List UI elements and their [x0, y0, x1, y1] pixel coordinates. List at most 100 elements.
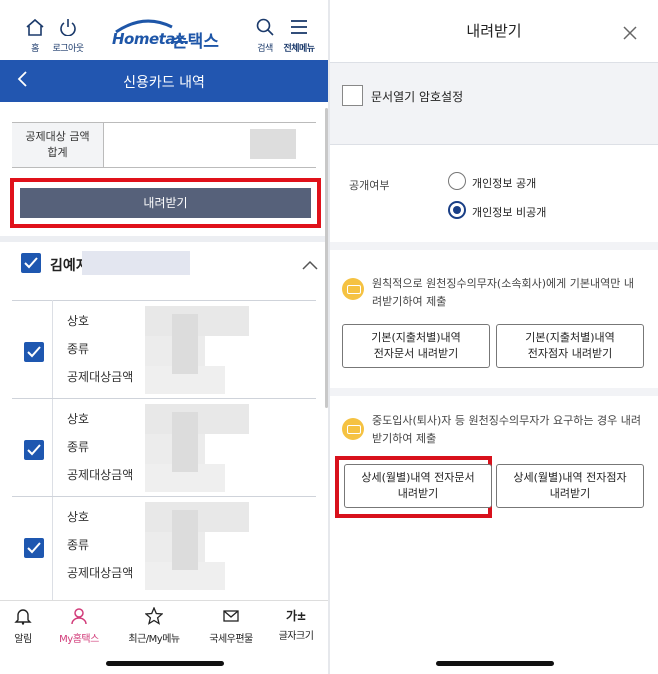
text-size-icon: 가± [285, 609, 307, 623]
field-label-type: 종류 [67, 538, 90, 552]
bell-icon [14, 609, 32, 625]
detail-esignature-download-button[interactable]: 상세(월별)내역 전자점자 내려받기 [496, 464, 644, 508]
redacted-value [172, 412, 198, 472]
menu-label: 전체메뉴 [283, 44, 315, 54]
power-icon [60, 19, 76, 37]
field-label-deduction-amount: 공제대상금액 [67, 566, 134, 580]
note-line: 원칙적으로 원천징수의무자(소속회사)에게 기본내역만 내 [372, 277, 634, 290]
button-label-line: 전자점자 내려받기 [527, 347, 613, 360]
check-icon [24, 257, 38, 269]
nav-item-recent-menu[interactable]: 최근/My메뉴 [119, 606, 189, 645]
check-icon [27, 346, 41, 358]
basic-download-note: 원칙적으로 원천징수의무자(소속회사)에게 기본내역만 내 려받기하여 제출 [372, 275, 646, 311]
home-indicator [436, 661, 554, 666]
button-label-line: 전자문서 내려받기 [373, 347, 459, 360]
button-label-line: 기본(지출처별)내역 [525, 331, 615, 344]
field-label-deduction-amount: 공제대상금액 [67, 468, 134, 482]
logout-button[interactable]: 로그아웃 [48, 18, 88, 54]
cardholder-row[interactable]: 김예지 [0, 243, 328, 283]
note-line: 려받기하여 제출 [372, 295, 447, 308]
dialog-title: 내려받기 [466, 22, 522, 40]
list-item[interactable]: 상호 종류 공제대상금액 [0, 400, 328, 496]
redacted-info [82, 251, 190, 275]
radio-private[interactable] [448, 201, 466, 219]
radio-public[interactable] [448, 172, 466, 190]
credit-card-screen: 홈 로그아웃 Hometax. 손택스 검색 전체메뉴 신용카드 내역 공제대상… [0, 0, 328, 674]
download-button[interactable]: 내려받기 [20, 188, 311, 218]
deduction-amount-value-redacted [250, 129, 296, 159]
mail-icon [223, 610, 239, 622]
field-label-type: 종류 [67, 342, 90, 356]
divider [330, 242, 658, 250]
redacted-value [172, 510, 198, 570]
hometax-logo[interactable]: Hometax. 손택스 [108, 19, 228, 52]
nav-label: 글자크기 [278, 631, 314, 642]
menu-button[interactable]: 전체메뉴 [279, 18, 319, 54]
deduction-amount-label: 공제대상 금액 합계 [12, 123, 104, 167]
divider [12, 398, 316, 399]
home-icon [26, 18, 44, 36]
page-title: 신용카드 내역 [123, 75, 205, 91]
check-icon [27, 542, 41, 554]
detail-edoc-download-button[interactable]: 상세(월별)내역 전자문서 내려받기 [344, 464, 492, 508]
item-checkbox[interactable] [24, 440, 44, 460]
deduction-amount-label-line2: 합계 [47, 146, 68, 159]
button-label-line: 내려받기 [397, 487, 439, 500]
nav-label: 국세우편물 [209, 634, 253, 645]
star-icon [144, 606, 164, 625]
redacted-value [172, 314, 198, 374]
logout-label: 로그아웃 [52, 44, 84, 54]
top-bar: 홈 로그아웃 Hometax. 손택스 검색 전체메뉴 [0, 0, 328, 60]
message-icon [342, 278, 364, 300]
highlight-box-download: 내려받기 [10, 178, 321, 228]
field-label-merchant: 상호 [67, 412, 90, 426]
divider [12, 300, 316, 301]
disclosure-label: 공개여부 [349, 179, 390, 192]
button-label-line: 상세(월별)내역 전자문서 [361, 471, 475, 484]
nav-item-font-size[interactable]: 가± 글자크기 [261, 607, 328, 642]
list-item[interactable]: 상호 종류 공제대상금액 [0, 302, 328, 398]
detail-download-note: 중도입사(퇴사)자 등 원천징수의무자가 요구하는 경우 내려 받기하여 제출 [372, 412, 646, 448]
basic-edoc-download-button[interactable]: 기본(지출처별)내역 전자문서 내려받기 [342, 324, 490, 368]
note-line: 받기하여 제출 [372, 432, 437, 445]
basic-esignature-download-button[interactable]: 기본(지출처별)내역 전자점자 내려받기 [496, 324, 644, 368]
divider [330, 388, 658, 396]
deduction-amount-label-line1: 공제대상 금액 [25, 130, 90, 143]
logo-text-sontax: 손택스 [172, 32, 219, 52]
check-icon [27, 444, 41, 456]
nav-label: 최근/My메뉴 [128, 634, 180, 645]
divider [330, 144, 658, 145]
bottom-nav: 알림 My홈택스 최근/My메뉴 국세우편물 가± 글자크기 [0, 600, 328, 648]
button-label-line: 기본(지출처별)내역 [371, 331, 461, 344]
radio-private-label: 개인정보 비공개 [472, 206, 547, 219]
nav-item-my-hometax[interactable]: My홈택스 [44, 607, 114, 645]
password-option-section: 문서열기 암호설정 [330, 62, 658, 144]
item-checkbox[interactable] [24, 538, 44, 558]
page-header: 신용카드 내역 [0, 60, 328, 102]
hamburger-icon [291, 20, 307, 34]
select-all-checkbox[interactable] [21, 253, 41, 273]
list-item[interactable]: 상호 종류 공제대상금액 [0, 498, 328, 594]
download-dialog: 내려받기 문서열기 암호설정 공개여부 개인정보 공개 개인정보 비공개 원칙적… [330, 0, 658, 674]
search-icon [256, 18, 274, 36]
message-icon [342, 418, 364, 440]
field-label-merchant: 상호 [67, 510, 90, 524]
radio-public-label: 개인정보 공개 [472, 177, 537, 190]
button-label-line: 내려받기 [549, 487, 591, 500]
field-label-merchant: 상호 [67, 314, 90, 328]
home-indicator [106, 661, 224, 666]
field-label-deduction-amount: 공제대상금액 [67, 370, 134, 384]
close-icon[interactable] [622, 22, 638, 46]
nav-label: My홈택스 [59, 634, 99, 645]
person-icon [71, 608, 87, 625]
note-line: 중도입사(퇴사)자 등 원천징수의무자가 요구하는 경우 내려 [372, 414, 641, 427]
chevron-up-icon[interactable] [302, 255, 318, 274]
divider [12, 496, 316, 497]
deduction-amount-summary: 공제대상 금액 합계 [12, 122, 316, 168]
nav-item-tax-mail[interactable]: 국세우편물 [196, 607, 266, 645]
field-label-type: 종류 [67, 440, 90, 454]
button-label-line: 상세(월별)내역 전자점자 [513, 471, 627, 484]
item-checkbox[interactable] [24, 342, 44, 362]
password-checkbox-label: 문서열기 암호설정 [371, 90, 464, 104]
password-checkbox[interactable] [342, 85, 363, 106]
